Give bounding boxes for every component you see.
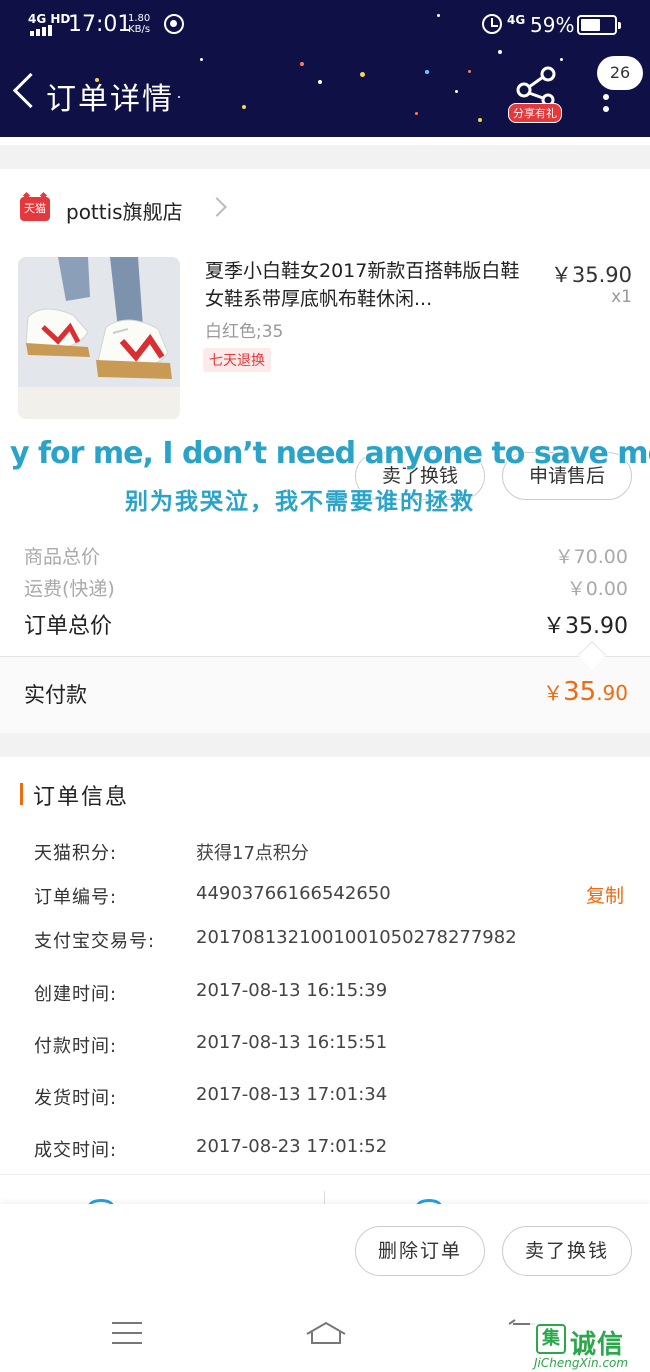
info-value: 2017-08-13 16:15:39 bbox=[196, 980, 388, 1001]
product-sku: 白红色;35 bbox=[205, 322, 284, 342]
star-decoration bbox=[498, 50, 502, 54]
menu-icon[interactable] bbox=[112, 1322, 142, 1344]
star-decoration bbox=[478, 118, 482, 122]
page-title: 订单详情 bbox=[46, 82, 174, 117]
chevron-right-icon bbox=[207, 197, 227, 217]
battery-icon bbox=[577, 15, 621, 35]
info-key: 成交时间: bbox=[34, 1140, 118, 1161]
star-decoration bbox=[560, 58, 563, 61]
delete-order-button[interactable]: 删除订单 bbox=[355, 1226, 485, 1276]
mobile-data-label: 4G bbox=[507, 13, 526, 27]
info-key: 订单编号: bbox=[34, 887, 118, 908]
info-key: 支付宝交易号: bbox=[34, 931, 156, 952]
battery-fill bbox=[581, 19, 600, 31]
star-decoration bbox=[415, 112, 418, 115]
status-bar: 4G HD 17:01 1.80 KB/s 4G 59% bbox=[0, 0, 650, 50]
paid-label: 实付款 bbox=[24, 683, 87, 707]
network-speed: 1.80 KB/s bbox=[128, 13, 150, 35]
more-options-icon[interactable] bbox=[600, 90, 612, 116]
info-value: 44903766166542650 bbox=[196, 883, 391, 904]
paid-decimal: .90 bbox=[596, 681, 628, 705]
overlay-caption-english: y for me, I don’t need anyone to save me bbox=[0, 432, 650, 478]
section-accent-bar bbox=[20, 783, 23, 805]
star-decoration bbox=[318, 80, 322, 84]
product-title[interactable]: 夏季小白鞋女2017新款百搭韩版白鞋女鞋系带厚底帆布鞋休闲... bbox=[205, 257, 530, 313]
info-value: 2017-08-23 17:01:52 bbox=[196, 1136, 388, 1157]
tmall-icon: 天猫 bbox=[20, 197, 50, 221]
section-spacer bbox=[0, 137, 650, 169]
star-decoration bbox=[360, 72, 365, 77]
share-icon bbox=[516, 66, 556, 107]
shipping-value: ￥0.00 bbox=[566, 578, 628, 600]
order-info-section: 订单信息 天猫积分: 获得17点积分 订单编号: 449037661665426… bbox=[0, 757, 650, 1175]
product-quantity: x1 bbox=[611, 287, 632, 307]
sell-for-cash-button[interactable]: 卖了换钱 bbox=[502, 1226, 632, 1276]
order-info-title: 订单信息 bbox=[33, 785, 130, 810]
product-item[interactable]: 夏季小白鞋女2017新款百搭韩版白鞋女鞋系带厚底帆布鞋休闲... ￥35.90 … bbox=[0, 245, 650, 430]
network-type: 4G HD bbox=[28, 12, 71, 26]
star-decoration bbox=[242, 105, 246, 109]
contact-row bbox=[0, 1174, 650, 1213]
header: 4G HD 17:01 1.80 KB/s 4G 59% 订单详情 分享有礼 2… bbox=[0, 0, 650, 137]
battery-percent: 59% bbox=[530, 13, 575, 37]
watermark: 集 诚信 JiChengXin.com bbox=[530, 1322, 650, 1372]
info-key: 付款时间: bbox=[34, 1036, 118, 1057]
star-decoration bbox=[468, 70, 471, 73]
paid-currency: ￥ bbox=[543, 681, 564, 705]
star-decoration bbox=[200, 58, 203, 61]
shipping-label: 运费(快递) bbox=[24, 578, 115, 600]
goods-total-label: 商品总价 bbox=[24, 546, 101, 568]
order-total-label: 订单总价 bbox=[24, 614, 113, 639]
info-key: 创建时间: bbox=[34, 984, 118, 1005]
paid-integer: 35 bbox=[563, 677, 597, 707]
home-icon[interactable] bbox=[303, 1320, 349, 1346]
copy-order-number-button[interactable]: 复制 bbox=[586, 881, 624, 908]
order-total-value: ￥35.90 bbox=[543, 614, 628, 639]
info-key: 天猫积分: bbox=[34, 843, 118, 864]
product-image[interactable] bbox=[18, 257, 180, 419]
shop-row[interactable]: 天猫 pottis旗舰店 bbox=[0, 169, 650, 245]
watermark-logo: 集 bbox=[536, 1324, 566, 1354]
paid-row: 实付款 ￥35.90 bbox=[0, 656, 650, 733]
info-value: 获得17点积分 bbox=[196, 843, 309, 864]
overlay-caption-chinese: 别为我哭泣，我不需要谁的拯救 bbox=[125, 489, 475, 515]
star-decoration bbox=[178, 96, 180, 98]
paid-value: ￥35.90 bbox=[543, 677, 628, 707]
section-spacer bbox=[0, 733, 650, 757]
star-decoration bbox=[300, 62, 304, 66]
info-value: 2017-08-13 16:15:51 bbox=[196, 1032, 388, 1053]
back-icon[interactable] bbox=[8, 72, 42, 116]
message-count-badge[interactable]: 26 bbox=[597, 56, 643, 90]
alarm-icon bbox=[482, 14, 502, 34]
divider bbox=[324, 1191, 325, 1205]
star-decoration bbox=[455, 90, 458, 93]
star-decoration bbox=[425, 70, 429, 74]
info-value: 2017-08-13 17:01:34 bbox=[196, 1084, 388, 1105]
app-notification-icon bbox=[164, 14, 184, 34]
sneaker-illustration bbox=[18, 257, 180, 419]
watermark-url: JiChengXin.com bbox=[534, 1356, 629, 1370]
info-value: 2017081321001001050278277982 bbox=[196, 927, 517, 948]
clock: 17:01 bbox=[68, 12, 132, 37]
share-reward-badge[interactable]: 分享有礼 bbox=[508, 103, 562, 123]
overlay-caption-english-text: y for me, I don’t need anyone to save me bbox=[10, 436, 650, 471]
shop-name[interactable]: pottis旗舰店 bbox=[66, 196, 183, 225]
network-speed-value: 1.80 bbox=[128, 13, 151, 24]
signal-icon bbox=[30, 25, 52, 36]
network-speed-unit: KB/s bbox=[128, 24, 151, 35]
goods-total-value: ￥70.00 bbox=[554, 546, 628, 568]
bottom-action-bar: 删除订单 卖了换钱 bbox=[0, 1204, 650, 1296]
product-price: ￥35.90 bbox=[550, 263, 632, 287]
return-policy-tag: 七天退换 bbox=[203, 348, 271, 372]
info-key: 发货时间: bbox=[34, 1088, 118, 1109]
